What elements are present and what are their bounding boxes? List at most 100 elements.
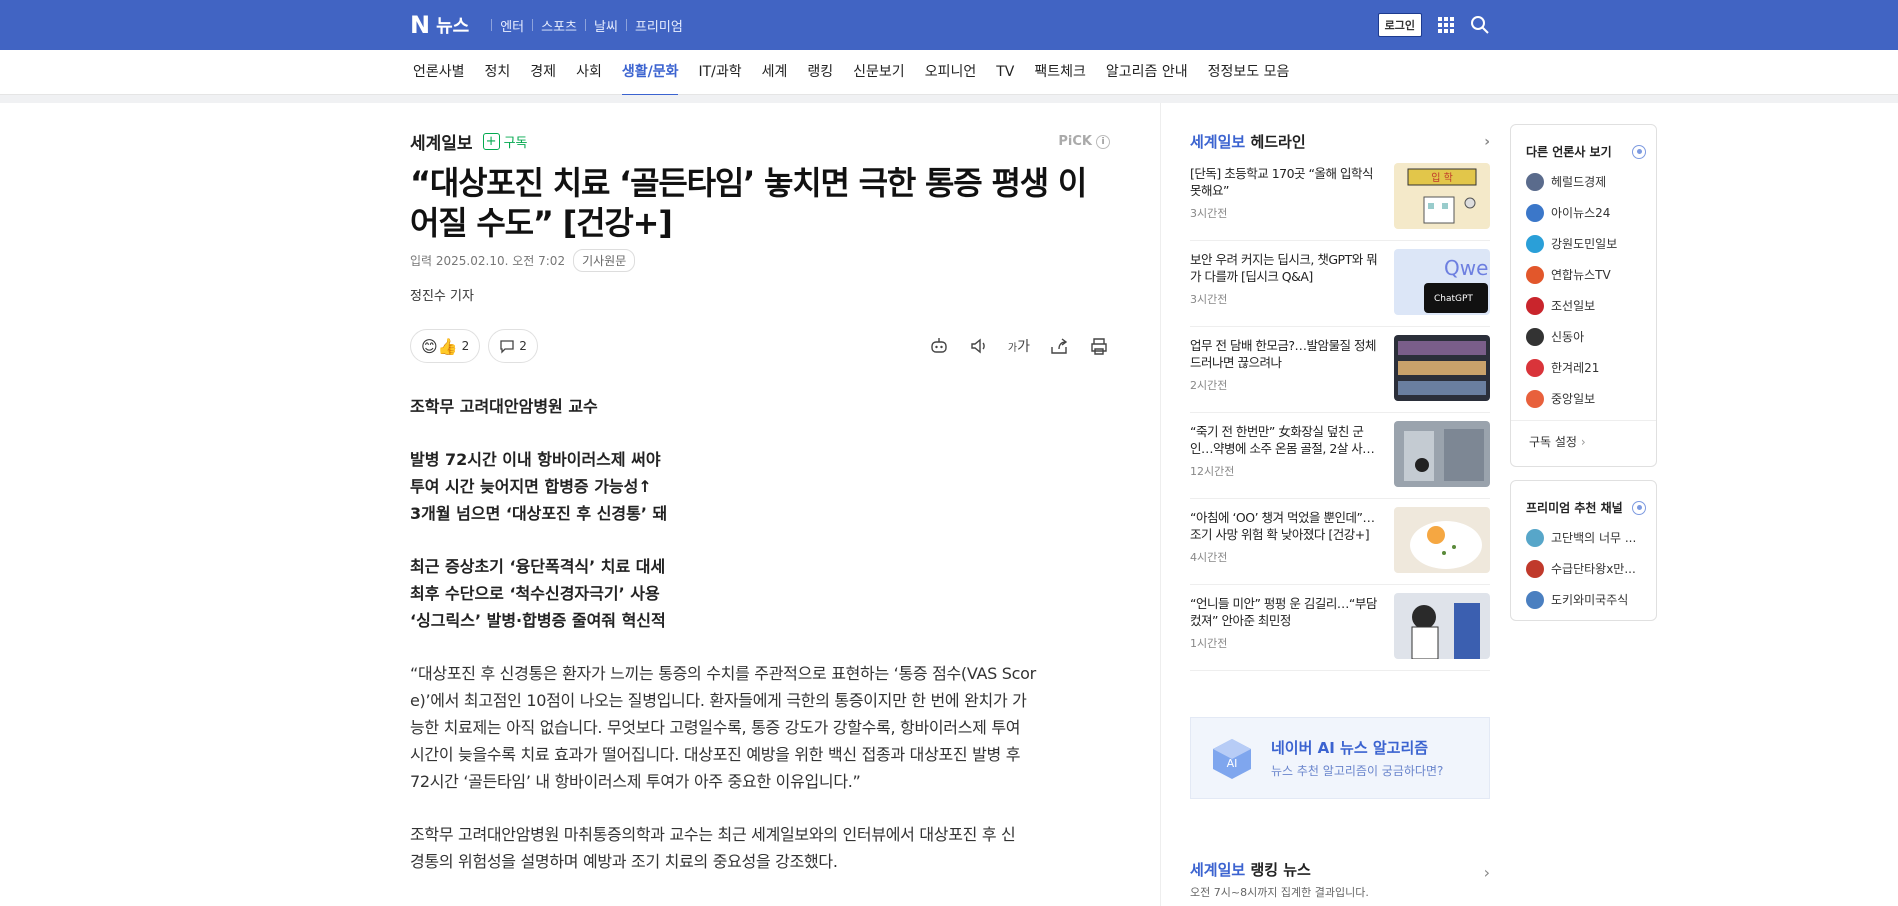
paragraph-line: 조학무 고려대안암병원 마취통증의학과 교수는 최근 세계일보와의 인터뷰에서 … xyxy=(410,825,1016,844)
press-link-label: 헤럴드경제 xyxy=(1551,175,1607,189)
press-link[interactable]: 신동아 xyxy=(1526,321,1656,352)
nav-item-it-science[interactable]: IT/과학 xyxy=(688,50,751,95)
nav-shadow xyxy=(0,95,1898,103)
subheading-line: 최근 증상초기 ‘융단폭격식’ 치료 대세 xyxy=(410,557,666,576)
circle-toggle-icon[interactable] xyxy=(1632,144,1646,159)
headline-time: 1시간전 xyxy=(1190,637,1228,650)
premium-channel-link[interactable]: 고단백의 너무 ... xyxy=(1526,522,1656,553)
subheading-line: 발병 72시간 이내 항바이러스제 써야 xyxy=(410,450,661,469)
nav-item-newspaper[interactable]: 신문보기 xyxy=(843,50,915,95)
subscribe-settings-label: 구독 설정 xyxy=(1529,435,1577,449)
thumb-school-image: 입 학 xyxy=(1394,163,1490,229)
press-link[interactable]: 헤럴드경제 xyxy=(1526,166,1656,197)
print-icon[interactable] xyxy=(1088,335,1110,357)
ranking-section[interactable]: 세계일보 랭킹 뉴스 오전 7시~8시까지 집계한 결과입니다. › xyxy=(1190,859,1490,900)
press-link[interactable]: 조선일보 xyxy=(1526,290,1656,321)
nav-item-factcheck[interactable]: 팩트체크 xyxy=(1024,50,1096,95)
nav-item-ranking[interactable]: 랭킹 xyxy=(797,50,843,95)
divider xyxy=(585,19,587,31)
channel-logo-icon xyxy=(1526,590,1544,609)
headline-section-title[interactable]: 세계일보 헤드라인 › xyxy=(1190,131,1490,152)
subscribe-settings-link[interactable]: 구독 설정 › xyxy=(1511,420,1656,462)
subheading-line: ‘싱그릭스’ 발병·합병증 줄여줘 혁신적 xyxy=(410,611,666,630)
press-link-label: 중앙일보 xyxy=(1551,392,1596,406)
nav-item-tv[interactable]: TV xyxy=(986,50,1024,95)
nav-item-economy[interactable]: 경제 xyxy=(520,50,566,95)
paragraph-line: 72시간 ‘골든타임’ 내 항바이러스제 투여가 아주 중요한 이유입니다.” xyxy=(410,772,861,791)
paragraph-line: 능한 치료제는 아직 없습니다. 무엇보다 고령일수록, 통증 강도가 강할수록… xyxy=(410,718,1021,737)
link-sports[interactable]: 스포츠 xyxy=(541,16,577,35)
article-title: “대상포진 치료 ‘골든타임’ 놓치면 극한 통증 평생 이어질 수도” [건강… xyxy=(410,164,1087,242)
headline-item[interactable]: “아침에 ‘OO’ 챙겨 먹었을 뿐인데”…조기 사망 위험 확 낮아졌다 [건… xyxy=(1190,499,1490,585)
link-entertainment[interactable]: 엔터 xyxy=(500,16,524,35)
press-link-label: 강원도민일보 xyxy=(1551,237,1618,251)
naver-logo[interactable]: N xyxy=(410,11,430,39)
press-link[interactable]: 아이뉴스24 xyxy=(1526,197,1656,228)
info-icon[interactable]: i xyxy=(1096,134,1110,149)
subscribe-label: 구독 xyxy=(503,136,528,151)
chevron-right-icon[interactable]: › xyxy=(1484,134,1490,150)
other-press-box: 다른 언론사 보기 헤럴드경제 아이뉴스24 강원도민일보 연합뉴스TV 조선일… xyxy=(1510,124,1657,467)
divider xyxy=(625,19,627,31)
svg-text:AI: AI xyxy=(1227,757,1238,770)
svg-text:입 학: 입 학 xyxy=(1431,171,1453,184)
nav-item-press[interactable]: 언론사별 xyxy=(403,50,475,95)
nav-item-life-culture[interactable]: 생활/문화 xyxy=(612,50,689,96)
font-size-button[interactable]: 가가 xyxy=(1008,336,1030,356)
nav-item-society[interactable]: 사회 xyxy=(566,50,612,95)
headline-item[interactable]: 보안 우려 커지는 딥시크, 챗GPT와 뭐가 다를까 [딥시크 Q&A] 3시간… xyxy=(1190,241,1490,327)
svg-text:ChatGPT: ChatGPT xyxy=(1434,294,1473,304)
press-link-label: 조선일보 xyxy=(1551,299,1596,313)
thumb-shelf-image xyxy=(1394,335,1490,401)
press-link[interactable]: 강원도민일보 xyxy=(1526,228,1656,259)
headline-item[interactable]: 업무 전 담배 한모금?…발암물질 정체 드러나면 끊으려나 2시간전 xyxy=(1190,327,1490,413)
nav-item-world[interactable]: 세계 xyxy=(752,50,798,95)
plus-icon: + xyxy=(482,133,500,150)
thumb-bottle-image xyxy=(1394,421,1490,487)
press-logo-icon xyxy=(1526,296,1544,315)
rail-head-suffix: 헤드라인 xyxy=(1250,133,1306,151)
press-logo[interactable]: 세계일보 xyxy=(410,129,473,154)
original-article-link[interactable]: 기사원문 xyxy=(573,249,636,272)
headline-item[interactable]: “언니들 미안” 펑펑 운 김길리…“부담 컸져” 안아준 최민정 1시간전 xyxy=(1190,585,1490,671)
headline-item[interactable]: “죽기 전 한번만” 女화장실 덮친 군인…약병에 소주 온몸 골절, 2살 사… xyxy=(1190,413,1490,499)
login-button[interactable]: 로그인 xyxy=(1377,13,1422,37)
circle-toggle-icon[interactable] xyxy=(1632,500,1646,515)
apps-grid-icon[interactable] xyxy=(1438,17,1454,33)
nav-item-algorithm[interactable]: 알고리즘 안내 xyxy=(1096,50,1198,95)
nav-item-opinion[interactable]: 오피니언 xyxy=(915,50,987,95)
search-icon[interactable] xyxy=(1470,15,1490,35)
banner-title: 네이버 AI 뉴스 알고리즘 xyxy=(1271,739,1429,757)
press-logo-icon xyxy=(1526,234,1544,253)
channel-label: 고단백의 너무 ... xyxy=(1551,531,1637,545)
chevron-right-icon: › xyxy=(1580,435,1586,449)
subheadings-1: 발병 72시간 이내 항바이러스제 써야 투여 시간 늦어지면 합병증 가능성↑… xyxy=(410,446,1110,527)
chevron-right-icon[interactable]: › xyxy=(1484,863,1490,882)
audio-icon[interactable] xyxy=(968,335,990,357)
publish-date: 입력 2025.02.10. 오전 7:02 xyxy=(410,254,566,268)
headline-item[interactable]: [단독] 초등학교 170곳 “올해 입학식 못해요” 3시간전 입 학 xyxy=(1190,155,1490,241)
news-logo[interactable]: 뉴스 xyxy=(436,12,469,38)
premium-channel-link[interactable]: 도키와미국주식 xyxy=(1526,584,1656,615)
reaction-button[interactable]: 😊👍 2 xyxy=(410,329,481,363)
share-icon[interactable] xyxy=(1048,335,1070,357)
subscribe-button[interactable]: + 구독 xyxy=(482,132,528,151)
link-premium[interactable]: 프리미엄 xyxy=(635,16,683,35)
headline-title: “아침에 ‘OO’ 챙겨 먹었을 뿐인데”…조기 사망 위험 확 낮아졌다 [건… xyxy=(1190,510,1375,542)
headline-title: 업무 전 담배 한모금?…발암물질 정체 드러나면 끊으려나 xyxy=(1190,338,1377,370)
press-link[interactable]: 중앙일보 xyxy=(1526,383,1656,414)
link-weather[interactable]: 날씨 xyxy=(594,16,618,35)
svg-text:Qwe: Qwe xyxy=(1444,256,1488,280)
premium-channel-link[interactable]: 수급단타왕x만... xyxy=(1526,553,1656,584)
press-link[interactable]: 한겨레21 xyxy=(1526,352,1656,383)
comment-button[interactable]: 2 xyxy=(488,329,538,363)
reporter-name[interactable]: 정진수 기자 xyxy=(410,285,474,304)
nav-item-politics[interactable]: 정치 xyxy=(475,50,521,95)
press-link[interactable]: 연합뉴스TV xyxy=(1526,259,1656,290)
nav-item-corrections[interactable]: 정정보도 모음 xyxy=(1198,50,1300,95)
category-nav: 언론사별 정치 경제 사회 생활/문화 IT/과학 세계 랭킹 신문보기 오피니… xyxy=(0,50,1898,96)
summary-bot-icon[interactable] xyxy=(928,335,950,357)
press-link-label: 신동아 xyxy=(1551,330,1585,344)
ai-algorithm-banner[interactable]: AI 네이버 AI 뉴스 알고리즘 뉴스 추천 알고리즘이 궁금하다면? xyxy=(1190,717,1490,799)
pick-badge[interactable]: PiCK i xyxy=(1058,134,1110,149)
